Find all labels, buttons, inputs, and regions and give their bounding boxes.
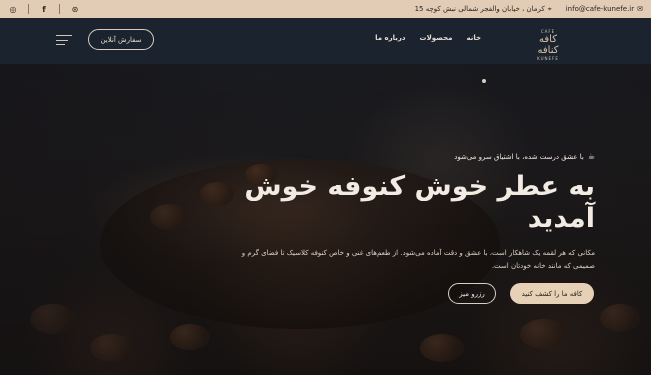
logo-bottom-text: KUNEFE	[537, 56, 559, 61]
hero-buttons: کافه ما را کشف کنید رزرو میز	[448, 283, 594, 304]
nav-item-home[interactable]: خانه	[466, 34, 481, 42]
main-nav: خانه محصولات درباره ما	[375, 34, 481, 42]
divider	[59, 4, 60, 14]
logo[interactable]: CAFE کافه کنافه KUNEFE	[530, 29, 566, 61]
nav-item-about[interactable]: درباره ما	[375, 34, 405, 42]
online-order-button[interactable]: سفارش آنلاین	[88, 29, 154, 50]
discover-cafe-button[interactable]: کافه ما را کشف کنید	[510, 283, 594, 304]
nav-item-products[interactable]: محصولات	[420, 34, 453, 42]
hero-content: ☕ با عشق درست شده، با اشتیاق سرو می‌شود …	[235, 152, 595, 273]
tagline-text: با عشق درست شده، با اشتیاق سرو می‌شود	[454, 152, 584, 161]
main-header: سفارش آنلاین خانه محصولات درباره ما CAFE…	[0, 18, 651, 64]
hero-section: ☕ با عشق درست شده، با اشتیاق سرو می‌شود …	[0, 64, 651, 375]
social-links: ◎ f ⊛	[8, 4, 80, 14]
hero-title: به عطر خوش کنوفه خوش آمدید	[244, 171, 595, 234]
address-text: کرمان ، خیابان والفجر شمالی نبش کوچه 15	[414, 5, 545, 13]
menu-icon[interactable]	[56, 35, 72, 45]
divider	[28, 4, 29, 14]
email-text: info@cafe-kunefe.ir	[565, 5, 635, 13]
top-info-bar: ◎ f ⊛ ✉ info@cafe-kunefe.ir ⌖ کرمان ، خی…	[0, 0, 651, 18]
hero-tagline: ☕ با عشق درست شده، با اشتیاق سرو می‌شود	[235, 152, 595, 161]
address-item: ⌖ کرمان ، خیابان والفجر شمالی نبش کوچه 1…	[415, 5, 552, 14]
email-item[interactable]: ✉ info@cafe-kunefe.ir	[566, 5, 643, 13]
coffee-cup-icon: ☕	[587, 152, 595, 161]
hero-description: مکانی که هر لقمه یک شاهکار است، با عشق و…	[241, 249, 595, 270]
logo-main-text: کافه کنافه	[537, 34, 559, 56]
contact-info: ✉ info@cafe-kunefe.ir ⌖ کرمان ، خیابان و…	[415, 5, 643, 14]
instagram-icon[interactable]: ◎	[8, 4, 18, 14]
location-icon: ⌖	[547, 4, 552, 13]
facebook-icon[interactable]: f	[39, 4, 49, 14]
mail-icon: ✉	[637, 5, 643, 13]
dribbble-icon[interactable]: ⊛	[70, 4, 80, 14]
reserve-table-button[interactable]: رزرو میز	[448, 283, 496, 304]
slider-dot[interactable]	[482, 79, 486, 83]
